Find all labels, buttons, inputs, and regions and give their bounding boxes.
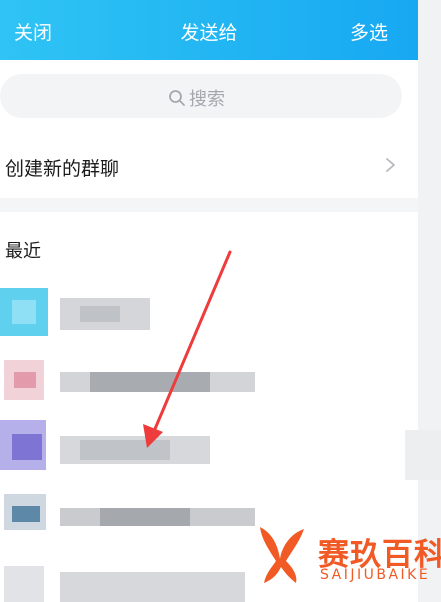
- contact-name-pixel: [80, 440, 170, 460]
- chevron-right-icon: [386, 158, 395, 172]
- watermark: 赛玖百科 SAIJIUBAIKE: [252, 523, 441, 588]
- contact-avatar-pixel: [12, 506, 40, 522]
- background-noise: [405, 430, 441, 480]
- header-bar: 关闭 发送给 多选: [0, 0, 418, 60]
- recent-section-title: 最近: [5, 241, 41, 262]
- right-edge-strip: [418, 0, 441, 602]
- contact-avatar-pixel: [12, 300, 36, 324]
- contact-name-obscured: [60, 572, 245, 602]
- whale-tail-logo: [260, 527, 304, 583]
- search-input[interactable]: 搜索: [0, 74, 402, 118]
- contact-avatar: [4, 566, 44, 602]
- contact-name-pixel: [100, 508, 190, 526]
- watermark-brand-en: SAIJIUBAIKE: [320, 567, 431, 583]
- create-group-row[interactable]: 创建新的群聊: [0, 132, 418, 198]
- contact-name-pixel: [80, 306, 120, 322]
- search-section: 搜索: [0, 60, 418, 132]
- multi-select-button[interactable]: 多选: [350, 18, 388, 45]
- create-group-label: 创建新的群聊: [5, 158, 120, 180]
- contact-avatar-pixel: [14, 372, 36, 388]
- section-divider: [0, 198, 418, 212]
- search-icon: [169, 90, 185, 106]
- contact-name-pixel: [90, 372, 210, 392]
- search-placeholder: 搜索: [189, 89, 225, 110]
- contact-avatar-pixel: [12, 434, 42, 460]
